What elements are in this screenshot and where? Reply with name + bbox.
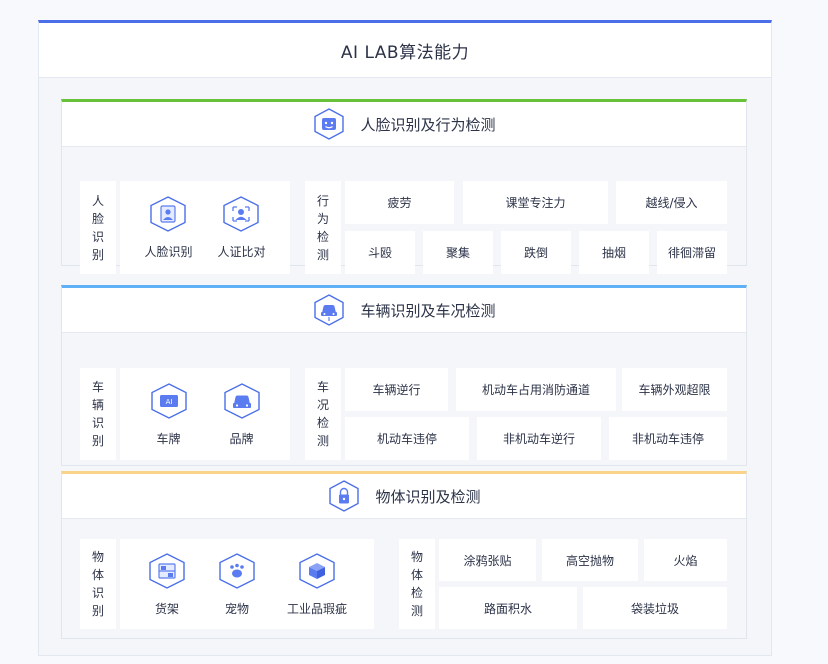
face-icon	[312, 107, 346, 141]
recognition-label: 人脸识别	[80, 181, 116, 274]
recog-item-label: 工业品瑕疵	[286, 601, 347, 616]
section-title: 车辆识别及车况检测	[360, 301, 496, 320]
box-icon	[297, 552, 337, 590]
detect-chip[interactable]: 跌倒	[501, 231, 571, 274]
section-title: 物体识别及检测	[375, 487, 481, 506]
algorithm-capability-panel: AI LAB算法能力 人脸识别及行为检测 人脸识别 人脸识别 人证比对 行为检测…	[38, 20, 772, 656]
recog-item-face[interactable]: 人脸识别	[144, 195, 193, 260]
recognition-label: 物体识别	[80, 539, 116, 629]
section-header: 物体识别及检测	[62, 474, 746, 519]
detection-label: 物体检测	[399, 539, 435, 629]
detect-chip[interactable]: 抽烟	[579, 231, 649, 274]
section-face: 人脸识别及行为检测 人脸识别 人脸识别 人证比对 行为检测 疲劳 课堂专注力 越…	[61, 99, 747, 274]
section-header: 车辆识别及车况检测	[62, 288, 746, 333]
detect-chip[interactable]: 非机动车逆行	[477, 417, 601, 460]
recognition-panel: AI 车牌 品牌	[120, 368, 290, 460]
detection-label: 行为检测	[305, 181, 341, 274]
detect-chip[interactable]: 车辆逆行	[345, 368, 448, 411]
recog-item-shelf[interactable]: 货架	[147, 552, 187, 617]
detection-label: 车况检测	[305, 368, 341, 460]
recog-item-label: 人证比对	[217, 245, 266, 259]
detect-chip[interactable]: 涂鸦张贴	[439, 539, 536, 581]
recog-item-defect[interactable]: 工业品瑕疵	[287, 552, 347, 617]
id-card-icon	[221, 195, 261, 233]
section-vehicle: 车辆识别及车况检测 车辆识别 AI 车牌 品牌 车况检测 车辆逆行 机动车占用消…	[61, 285, 747, 466]
detect-chip[interactable]: 非机动车违停	[609, 417, 727, 460]
section-object: 物体识别及检测 物体识别 货架 宠物 工业品瑕疵 物体检测 涂鸦张贴 高空抛物 …	[61, 471, 747, 639]
shelf-icon	[147, 552, 187, 590]
recog-item-plate[interactable]: AI 车牌	[149, 382, 189, 447]
recognition-label: 车辆识别	[80, 368, 116, 460]
face-portrait-icon	[148, 195, 188, 233]
detect-chip[interactable]: 越线/侵入	[616, 181, 727, 224]
detect-chip[interactable]: 火焰	[644, 539, 727, 581]
license-plate-icon: AI	[149, 382, 189, 420]
recognition-panel: 货架 宠物 工业品瑕疵	[120, 539, 374, 629]
detect-chip[interactable]: 高空抛物	[542, 539, 638, 581]
recog-item-label: 货架	[154, 601, 179, 616]
recog-item-label: 宠物	[224, 601, 249, 616]
detect-chip[interactable]: 疲劳	[345, 181, 454, 224]
paw-icon	[217, 552, 257, 590]
detect-chip[interactable]: 徘徊滞留	[657, 231, 727, 274]
recog-item-label: 车牌	[156, 431, 181, 446]
detect-chip[interactable]: 斗殴	[345, 231, 415, 274]
lock-object-icon	[327, 479, 361, 513]
detect-chip[interactable]: 聚集	[423, 231, 493, 274]
car-brand-icon	[222, 382, 262, 420]
detect-chip[interactable]: 车辆外观超限	[622, 368, 727, 411]
recognition-panel: 人脸识别 人证比对	[120, 181, 290, 274]
recog-item-id-compare[interactable]: 人证比对	[217, 195, 266, 260]
recog-item-label: 人脸识别	[144, 245, 193, 259]
detect-chip[interactable]: 路面积水	[439, 587, 577, 629]
car-icon	[312, 293, 346, 327]
detect-chip[interactable]: 袋装垃圾	[583, 587, 727, 629]
detect-chip[interactable]: 课堂专注力	[463, 181, 608, 224]
section-header: 人脸识别及行为检测	[62, 102, 746, 147]
detect-chip[interactable]: 机动车占用消防通道	[456, 368, 616, 411]
plate-badge: AI	[165, 398, 172, 406]
recog-item-label: 品牌	[229, 431, 254, 446]
page-title: AI LAB算法能力	[39, 23, 771, 78]
recog-item-brand[interactable]: 品牌	[222, 382, 262, 447]
section-title: 人脸识别及行为检测	[360, 115, 496, 134]
recog-item-pet[interactable]: 宠物	[217, 552, 257, 617]
detect-chip[interactable]: 机动车违停	[345, 417, 469, 460]
